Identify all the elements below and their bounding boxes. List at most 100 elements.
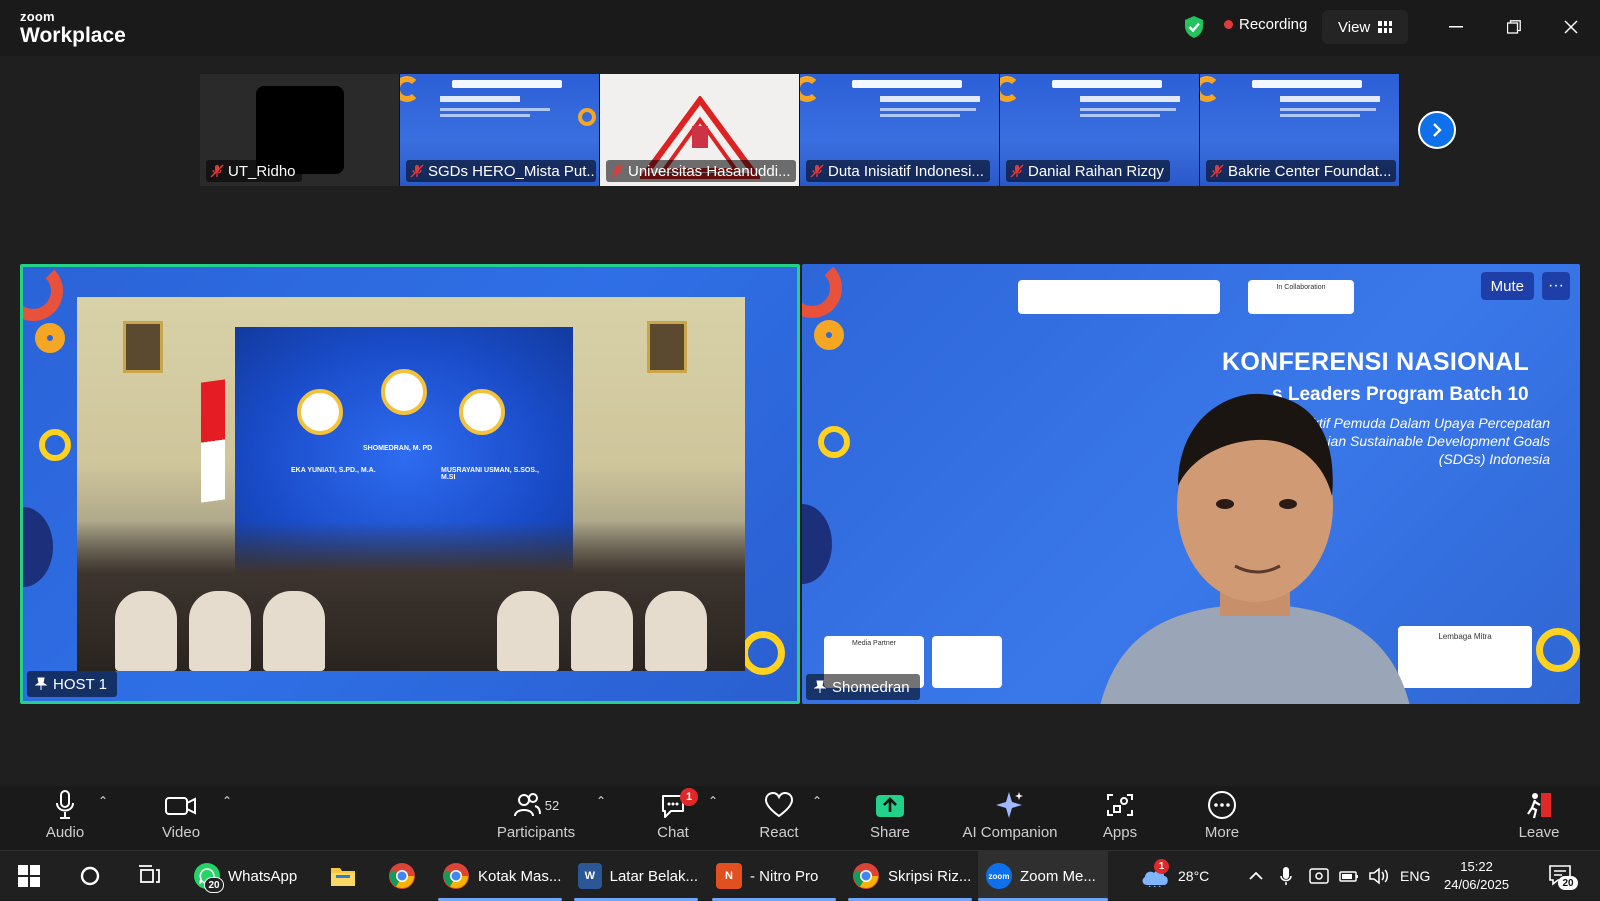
participant-tile[interactable]: Danial Raihan Rizqy <box>1000 74 1200 186</box>
participant-name: Danial Raihan Rizqy <box>1028 162 1164 180</box>
participants-button[interactable]: 52 Participants <box>494 786 578 850</box>
notification-center-button[interactable]: 20 <box>1548 851 1578 901</box>
taskbar-nitro-pro[interactable]: N - Nitro Pro <box>712 851 836 901</box>
title-bar: zoom Workplace Recording View <box>0 0 1600 56</box>
recording-dot-icon <box>1224 20 1233 29</box>
microphone-icon <box>56 790 74 819</box>
battery-icon[interactable] <box>1338 851 1360 901</box>
slide-line <box>1280 114 1360 117</box>
restore-button[interactable] <box>1492 10 1536 44</box>
mic-tray-icon[interactable] <box>1280 851 1292 901</box>
chrome-icon <box>389 863 415 889</box>
taskbar-chrome-skripsi[interactable]: Skripsi Riz... <box>848 851 972 901</box>
video-camera-icon <box>165 797 196 815</box>
audio-options-chevron-icon[interactable]: ⌃ <box>98 794 108 808</box>
recording-indicator[interactable]: Recording <box>1224 16 1307 33</box>
notification-icon: 20 <box>1548 864 1578 890</box>
tray-overflow-chevron-icon[interactable] <box>1248 851 1264 901</box>
notification-count-badge: 20 <box>1558 876 1578 890</box>
share-button[interactable]: Share <box>866 786 914 850</box>
slide-line <box>880 114 960 117</box>
whatsapp-badge: 20 <box>204 877 224 893</box>
ai-companion-button[interactable]: AI Companion <box>958 786 1062 850</box>
video-button[interactable]: Video <box>156 786 206 850</box>
weather-alert-badge: 1 <box>1154 859 1169 874</box>
more-icon <box>1208 791 1236 819</box>
taskbar-chrome[interactable] <box>388 851 416 901</box>
react-button[interactable]: React <box>756 786 802 850</box>
chat-button[interactable]: Chat 1 <box>650 786 698 850</box>
participants-options-chevron-icon[interactable]: ⌃ <box>596 794 606 808</box>
taskbar-label: Skripsi Riz... <box>888 867 972 885</box>
leave-door-icon <box>1527 793 1551 819</box>
participant-namebar: SGDs HERO_Mista Put... <box>406 160 596 182</box>
weather-widget[interactable]: 1 28°C <box>1140 851 1209 901</box>
search-button[interactable] <box>79 851 101 901</box>
video-tile-speaker[interactable]: In Collaboration KONFERENSI NASIONAL s L… <box>802 264 1580 704</box>
taskbar-clock[interactable]: 15:22 24/06/2025 <box>1444 858 1509 894</box>
audio-button[interactable]: Audio <box>42 786 88 850</box>
pin-icon <box>814 680 826 693</box>
view-button[interactable]: View <box>1322 10 1409 44</box>
participant-tile[interactable]: Duta Inisiatif Indonesi... <box>800 74 1000 186</box>
leave-button[interactable]: Leave <box>1516 786 1562 850</box>
taskbar-word[interactable]: W Latar Belak... <box>574 851 698 901</box>
task-view-button[interactable] <box>138 851 162 901</box>
close-button[interactable] <box>1549 10 1593 44</box>
volume-icon[interactable] <box>1368 851 1390 901</box>
participants-label: Participants <box>496 824 576 841</box>
participants-count: 52 <box>544 797 560 813</box>
slide-line <box>440 108 550 111</box>
venue-camera-feed: EKA YUNIATI, S.PD., M.A. SHOMEDRAN, M. P… <box>77 297 745 671</box>
participant-name: HOST 1 <box>53 675 107 693</box>
participant-name: Bakrie Center Foundat... <box>1228 162 1392 180</box>
react-options-chevron-icon[interactable]: ⌃ <box>812 794 822 808</box>
chat-options-chevron-icon[interactable]: ⌃ <box>708 794 718 808</box>
slide-deco <box>35 323 65 353</box>
apps-icon <box>1107 794 1133 816</box>
mic-muted-icon <box>610 164 624 178</box>
participants-icon <box>513 793 541 817</box>
slide-deco <box>39 429 71 461</box>
minimize-button[interactable] <box>1434 10 1478 44</box>
start-button[interactable] <box>18 851 40 901</box>
encryption-shield-icon[interactable] <box>1183 15 1205 39</box>
meet-now-tray-icon[interactable] <box>1308 851 1330 901</box>
clock-time: 15:22 <box>1460 859 1493 874</box>
windows-logo-icon <box>18 865 40 887</box>
input-language[interactable]: ENG <box>1400 851 1430 901</box>
taskbar-file-explorer[interactable] <box>330 851 356 901</box>
filmstrip-next-button[interactable] <box>1418 111 1456 149</box>
audio-label: Audio <box>45 824 85 841</box>
participant-tile[interactable]: Universitas Hasanuddi... <box>600 74 800 186</box>
participant-tile[interactable]: UT_Ridho <box>200 74 400 186</box>
video-options-chevron-icon[interactable]: ⌃ <box>222 794 232 808</box>
participant-tile[interactable]: SGDs HERO_Mista Put... <box>400 74 600 186</box>
zoom-logo: zoom Workplace <box>20 10 126 46</box>
chair <box>189 591 251 671</box>
slide-header <box>452 80 562 88</box>
participant-more-button[interactable]: ··· <box>1542 272 1570 300</box>
taskbar-chrome-kotak-masuk[interactable]: Kotak Mas... <box>438 851 562 901</box>
chat-label: Chat <box>657 824 689 841</box>
share-label: Share <box>869 824 911 841</box>
apps-button[interactable]: Apps <box>1096 786 1144 850</box>
share-screen-icon <box>876 795 904 817</box>
chair <box>571 591 633 671</box>
mic-muted-icon <box>1010 164 1024 178</box>
portrait-frame <box>647 321 687 373</box>
slide-header <box>852 80 962 88</box>
close-icon <box>1564 20 1578 34</box>
flag <box>201 379 225 503</box>
video-tile-host[interactable]: EKA YUNIATI, S.PD., M.A. SHOMEDRAN, M. P… <box>20 264 800 704</box>
chevron-right-icon <box>1433 123 1442 137</box>
more-button[interactable]: More <box>1198 786 1246 850</box>
participant-tile[interactable]: Bakrie Center Foundat... <box>1200 74 1400 186</box>
mute-participant-button[interactable]: Mute <box>1480 272 1534 300</box>
grid-view-icon <box>1378 21 1393 33</box>
slide-line <box>1280 108 1376 111</box>
taskbar-whatsapp[interactable]: 20 WhatsApp <box>190 851 302 901</box>
taskbar-zoom-meeting[interactable]: zoom Zoom Me... <box>978 851 1108 901</box>
apps-label: Apps <box>1102 824 1138 841</box>
slide-title: KONFERENSI NASIONAL <box>1222 348 1530 376</box>
